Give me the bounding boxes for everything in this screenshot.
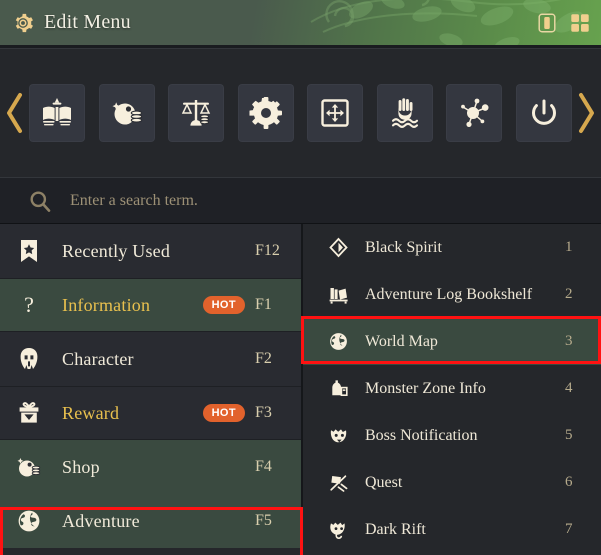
sidebar-item-shop[interactable]: Shop F4 [0, 440, 301, 494]
globe-icon [12, 508, 46, 534]
sidebar-item-key: F2 [255, 350, 272, 367]
sidebar-item-label: Reward [62, 402, 120, 423]
sidebar-item-label: Shop [62, 456, 100, 477]
panel-layout-icon[interactable] [536, 12, 558, 34]
submenu-item-number: 7 [565, 521, 573, 537]
dark-rift-icon [325, 519, 351, 540]
book-sword-icon [43, 98, 71, 126]
sidebar-item-key: F1 [255, 296, 272, 313]
node-molecule-icon [461, 98, 489, 127]
category-list: Recently Used F12 ? Information HOT F1 C… [0, 224, 303, 555]
scales-icon [181, 100, 211, 126]
settings-button[interactable] [237, 84, 294, 142]
submenu-item-dark-rift[interactable]: Dark Rift 7 [303, 506, 601, 553]
submenu-item-adventure-log-bookshelf[interactable]: Adventure Log Bookshelf 2 [303, 271, 601, 318]
market-button[interactable] [168, 84, 225, 142]
submenu-item-label: Monster Zone Info [365, 379, 486, 397]
submenu-item-number: 4 [565, 380, 573, 396]
gear-icon [15, 13, 33, 32]
status-badge: HOT [202, 404, 245, 422]
sidebar-item-character[interactable]: Character F2 [0, 332, 301, 386]
search-input[interactable] [70, 191, 601, 210]
submenu-item-black-spirit[interactable]: Black Spirit 1 [303, 224, 601, 271]
sidebar-item-label: Character [62, 348, 134, 369]
submenu-item-label: Dark Rift [365, 520, 426, 538]
sidebar-item-label: Adventure [62, 510, 140, 531]
pearl-coins-icon [112, 102, 142, 125]
emote-button[interactable] [376, 84, 433, 142]
skills-button[interactable] [29, 84, 85, 142]
monster-zone-icon [325, 378, 351, 399]
submenu-item-number: 2 [565, 286, 573, 302]
quick-access-toolbar [0, 49, 601, 177]
submenu-item-label: World Map [365, 332, 438, 350]
submenu-item-number: 3 [565, 333, 573, 349]
exit-button[interactable] [515, 84, 572, 142]
gift-box-icon [12, 400, 46, 426]
sidebar-item-information[interactable]: ? Information HOT F1 [0, 278, 301, 332]
move-ui-button[interactable] [307, 84, 364, 142]
chevron-left-icon[interactable] [4, 93, 26, 133]
submenu-item-number: 5 [565, 427, 573, 443]
helmet-icon [12, 346, 46, 372]
black-spirit-icon [325, 237, 351, 258]
power-icon [531, 99, 556, 125]
svg-text:?: ? [24, 292, 34, 317]
sidebar-item-key: F4 [255, 458, 272, 475]
node-network-button[interactable] [446, 84, 503, 142]
submenu-item-quest[interactable]: Quest 6 [303, 459, 601, 506]
search-bar[interactable] [0, 177, 601, 224]
hand-wave-icon [391, 98, 418, 128]
sidebar-item-recently-used[interactable]: Recently Used F12 [0, 224, 301, 278]
boss-head-icon [325, 425, 351, 446]
globe-icon [325, 331, 351, 352]
search-icon [30, 191, 51, 212]
toolbar-buttons [26, 84, 575, 142]
menu-panels: Recently Used F12 ? Information HOT F1 C… [0, 224, 601, 555]
grid-layout-icon[interactable] [569, 12, 591, 34]
submenu-list: Black Spirit 1 Adventure Log Bookshelf 2 [301, 224, 601, 555]
submenu-item-boss-notification[interactable]: Boss Notification 5 [303, 412, 601, 459]
quest-scroll-icon [325, 472, 351, 493]
submenu-item-monster-zone-info[interactable]: Monster Zone Info 4 [303, 365, 601, 412]
sidebar-item-key: F12 [255, 242, 280, 259]
submenu-item-label: Adventure Log Bookshelf [365, 285, 533, 303]
submenu-item-world-map[interactable]: World Map 3 [303, 318, 601, 365]
gear-icon [249, 97, 282, 129]
page-title: Edit Menu [44, 11, 131, 33]
submenu-item-label: Black Spirit [365, 238, 442, 256]
status-badge: HOT [202, 296, 245, 314]
sidebar-item-key: F5 [255, 512, 272, 529]
move-frame-icon [321, 99, 349, 127]
sidebar-item-adventure[interactable]: Adventure F5 [0, 494, 301, 548]
submenu-item-label: Quest [365, 473, 403, 491]
sidebar-item-reward[interactable]: Reward HOT F3 [0, 386, 301, 440]
submenu-item-number: 6 [565, 474, 573, 490]
sidebar-item-label: Information [62, 294, 151, 315]
question-mark-icon: ? [12, 292, 46, 318]
chevron-right-icon[interactable] [575, 93, 597, 133]
pearl-coins-icon [12, 454, 46, 480]
sidebar-item-label: Recently Used [62, 240, 171, 261]
window-header: Edit Menu [0, 0, 601, 45]
sidebar-item-key: F3 [255, 404, 272, 421]
submenu-item-label: Boss Notification [365, 426, 478, 444]
edit-menu-window: Edit Menu Enter a search term. Recently … [0, 0, 601, 555]
bookshelf-icon [325, 284, 351, 305]
bookmark-star-icon [12, 238, 46, 264]
submenu-item-number: 1 [565, 239, 573, 255]
currency-button[interactable] [98, 84, 155, 142]
